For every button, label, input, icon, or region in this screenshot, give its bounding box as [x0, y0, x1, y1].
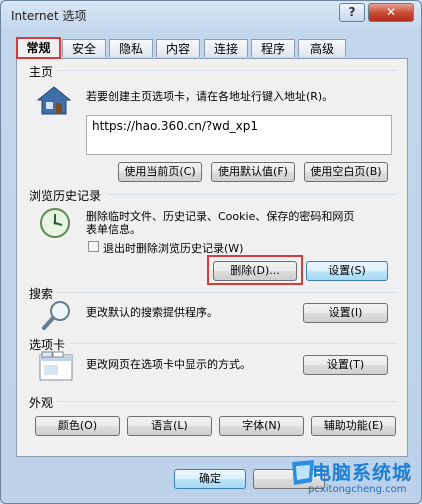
tab-programs[interactable]: 程序	[251, 39, 295, 57]
tab-connections[interactable]: 连接	[204, 39, 248, 57]
tab-privacy[interactable]: 隐私	[109, 39, 153, 57]
ok-button[interactable]: 确定	[174, 469, 246, 489]
use-current-button[interactable]: 使用当前页(C)	[118, 162, 202, 182]
homepage-divider	[57, 70, 397, 71]
appearance-divider	[57, 401, 397, 402]
magnifier-icon	[41, 299, 73, 331]
delete-history-button[interactable]: 删除(D)...	[213, 261, 297, 281]
tabs-divider	[69, 343, 397, 344]
tab-advanced[interactable]: 高级	[298, 39, 346, 57]
search-settings-button[interactable]: 设置(I)	[303, 303, 388, 323]
languages-button[interactable]: 语言(L)	[127, 416, 212, 436]
history-divider	[107, 194, 397, 195]
close-button[interactable]: ✕	[368, 3, 414, 22]
general-panel: 主页 若要创建主页选项卡，请在各地址行键入地址(R)。 https://hao.…	[16, 58, 408, 457]
tabbed-window-icon	[39, 351, 73, 381]
homepage-label: 主页	[29, 63, 58, 80]
history-label: 浏览历史记录	[29, 187, 106, 204]
tabs-settings-button[interactable]: 设置(T)	[303, 355, 388, 375]
history-description-line2: 表单信息。	[86, 223, 141, 236]
search-divider	[57, 292, 397, 293]
tab-general[interactable]: 常规	[16, 37, 61, 59]
homepage-url-value: https://hao.360.cn/?wd_xp1	[92, 119, 259, 133]
homepage-url-input[interactable]: https://hao.360.cn/?wd_xp1	[86, 115, 392, 155]
accessibility-button[interactable]: 辅助功能(E)	[311, 416, 396, 436]
tabs-description: 更改网页在选项卡中显示的方式。	[86, 358, 251, 371]
help-button[interactable]: ?	[339, 3, 365, 22]
appearance-label: 外观	[29, 394, 58, 411]
watermark-title: 电脑系统城	[312, 462, 413, 484]
delete-on-exit-checkbox[interactable]	[88, 241, 99, 252]
house-icon	[36, 86, 72, 116]
use-default-button[interactable]: 使用默认值(F)	[211, 162, 295, 182]
tab-content[interactable]: 内容	[156, 39, 200, 57]
colors-button[interactable]: 颜色(O)	[35, 416, 120, 436]
watermark-url: pcxitongcheng.com	[308, 484, 407, 495]
watermark: 电脑系统城 pcxitongcheng.com	[290, 456, 422, 504]
use-blank-button[interactable]: 使用空白页(B)	[304, 162, 388, 182]
search-description: 更改默认的搜索提供程序。	[86, 306, 218, 319]
window-title: Internet 选项	[11, 9, 87, 23]
history-settings-button[interactable]: 设置(S)	[306, 261, 388, 281]
homepage-description: 若要创建主页选项卡，请在各地址行键入地址(R)。	[86, 90, 334, 103]
tab-security[interactable]: 安全	[62, 39, 106, 57]
history-clock-icon	[39, 207, 71, 239]
delete-on-exit-label: 退出时删除浏览历史记录(W)	[103, 242, 244, 255]
dialog-window: Internet 选项 ? ✕ 常规 安全 隐私 内容 连接 程序 高级 主页 …	[0, 0, 422, 504]
fonts-button[interactable]: 字体(N)	[219, 416, 304, 436]
